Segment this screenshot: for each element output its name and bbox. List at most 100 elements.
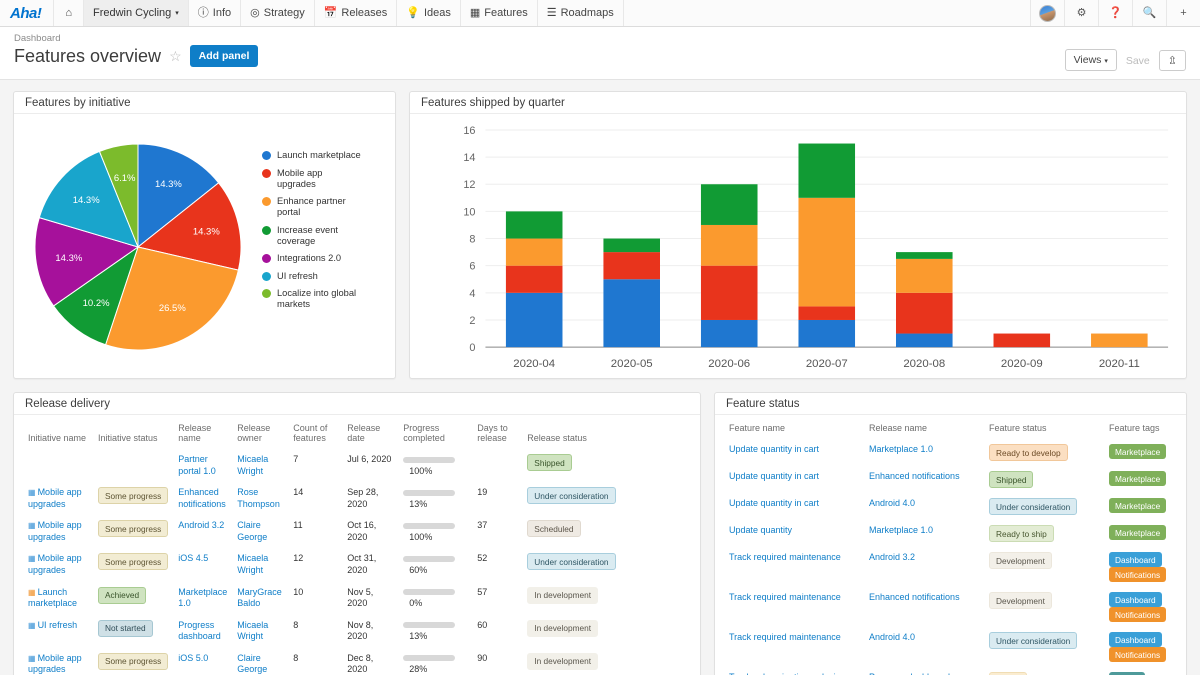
table-row[interactable]: ▦ Mobile app upgrades Some progress Enhance…: [23, 482, 691, 515]
legend-item[interactable]: Localize into global markets: [262, 288, 395, 310]
feature-col-header[interactable]: Release name: [864, 415, 984, 439]
nav-item-info[interactable]: ⓘ Info: [187, 0, 240, 26]
release-name-link[interactable]: Enhanced notifications: [178, 487, 226, 509]
feature-name-link[interactable]: Track required maintenance: [729, 632, 841, 642]
bar-segment[interactable]: [993, 333, 1051, 348]
release-owner-link[interactable]: Micaela Wright: [237, 454, 268, 476]
initiative-name-link[interactable]: Mobile app upgrades: [28, 487, 82, 509]
bar-segment[interactable]: [798, 143, 856, 198]
legend-item[interactable]: Integrations 2.0: [262, 253, 395, 264]
table-row[interactable]: Track required maintenance Android 3.2 Dev…: [724, 547, 1177, 587]
feature-name-link[interactable]: Update quantity in cart: [729, 444, 819, 454]
release-col-header[interactable]: Days to release: [472, 415, 522, 449]
legend-item[interactable]: Launch marketplace: [262, 150, 395, 161]
bar-segment[interactable]: [895, 258, 953, 293]
release-owner-link[interactable]: Claire George: [237, 520, 267, 542]
help-button[interactable]: ❓: [1098, 0, 1132, 26]
release-col-header[interactable]: Initiative status: [93, 415, 173, 449]
bar-segment[interactable]: [798, 197, 856, 307]
table-row[interactable]: ▦ Mobile app upgrades Some progress iOS 5.0…: [23, 648, 691, 675]
table-row[interactable]: Partner portal 1.0 Micaela Wright 7 Jul 6, …: [23, 449, 691, 482]
release-name-link[interactable]: Partner portal 1.0: [178, 454, 216, 476]
bar-segment[interactable]: [505, 238, 563, 266]
nav-item-roadmaps[interactable]: ☰ Roadmaps: [536, 0, 623, 26]
search-button[interactable]: 🔍: [1132, 0, 1166, 26]
release-name-link[interactable]: Marketplace 1.0: [178, 587, 227, 609]
release-col-header[interactable]: Count of features: [288, 415, 342, 449]
table-row[interactable]: Track required maintenance Android 4.0 Und…: [724, 627, 1177, 667]
table-row[interactable]: Update quantity in cart Android 4.0 Under …: [724, 493, 1177, 520]
table-row[interactable]: ▦ UI refresh Not started Progress dashboard…: [23, 615, 691, 648]
release-owner-link[interactable]: Rose Thompson: [237, 487, 280, 509]
breadcrumb[interactable]: Dashboard: [14, 33, 258, 44]
bar-segment[interactable]: [895, 292, 953, 334]
feature-name-link[interactable]: Update quantity in cart: [729, 471, 819, 481]
release-name-link[interactable]: Android 3.2: [178, 520, 224, 530]
release-owner-link[interactable]: MaryGrace Baldo: [237, 587, 282, 609]
release-name-link[interactable]: Enhanced notifications: [869, 471, 960, 481]
bar-segment[interactable]: [603, 238, 660, 253]
bar-segment[interactable]: [895, 333, 953, 348]
legend-item[interactable]: UI refresh: [262, 271, 395, 282]
release-name-link[interactable]: Android 3.2: [869, 552, 915, 562]
table-row[interactable]: Track required maintenance Enhanced notif…: [724, 587, 1177, 627]
feature-name-link[interactable]: Track required maintenance: [729, 592, 841, 602]
release-col-header[interactable]: Release name: [173, 415, 232, 449]
bar-segment[interactable]: [1091, 333, 1148, 348]
initiative-name-link[interactable]: Mobile app upgrades: [28, 520, 82, 542]
bar-segment[interactable]: [505, 292, 563, 348]
add-button[interactable]: +: [1166, 0, 1200, 26]
release-owner-link[interactable]: Micaela Wright: [237, 553, 268, 575]
bar-segment[interactable]: [700, 319, 758, 348]
star-icon[interactable]: ☆: [169, 48, 182, 65]
bar-segment[interactable]: [603, 279, 660, 348]
table-row[interactable]: Update quantity Marketplace 1.0 Ready to s…: [724, 520, 1177, 547]
release-col-header[interactable]: Release owner: [232, 415, 288, 449]
bar-segment[interactable]: [603, 252, 660, 280]
release-name-link[interactable]: Marketplace 1.0: [869, 444, 933, 454]
feature-col-header[interactable]: Feature tags: [1104, 415, 1177, 439]
initiative-name-link[interactable]: Mobile app upgrades: [28, 553, 82, 575]
nav-item-strategy[interactable]: ◎ Strategy: [240, 0, 314, 26]
release-col-header[interactable]: Initiative name: [23, 415, 93, 449]
table-row[interactable]: Update quantity in cart Marketplace 1.0 Re…: [724, 439, 1177, 466]
release-owner-link[interactable]: Micaela Wright: [237, 620, 268, 642]
feature-name-link[interactable]: Track required maintenance: [729, 552, 841, 562]
bar-segment[interactable]: [700, 184, 758, 225]
save-button[interactable]: Save: [1124, 51, 1152, 71]
table-row[interactable]: Top-level navigation redesignProgress da…: [724, 667, 1177, 675]
initiative-name-link[interactable]: UI refresh: [38, 620, 78, 630]
release-col-header[interactable]: Release date: [342, 415, 398, 449]
legend-item[interactable]: Enhance partner portal: [262, 196, 395, 218]
bar-segment[interactable]: [505, 265, 563, 293]
release-name-link[interactable]: iOS 4.5: [178, 553, 208, 563]
share-button[interactable]: ⇫: [1158, 50, 1186, 71]
nav-project-selector[interactable]: Fredwin Cycling ▾: [83, 0, 188, 26]
release-name-link[interactable]: Progress dashboard: [178, 620, 221, 642]
views-dropdown[interactable]: Views ▾: [1064, 49, 1117, 71]
legend-item[interactable]: Increase event coverage: [262, 225, 395, 247]
bar-segment[interactable]: [798, 306, 856, 320]
feature-name-link[interactable]: Update quantity in cart: [729, 498, 819, 508]
user-avatar[interactable]: [1030, 0, 1064, 26]
release-col-header[interactable]: Release status: [522, 415, 691, 449]
settings-button[interactable]: ⚙: [1064, 0, 1098, 26]
release-col-header[interactable]: Progress completed: [398, 415, 472, 449]
nav-home[interactable]: ⌂: [53, 0, 83, 26]
feature-col-header[interactable]: Feature status: [984, 415, 1104, 439]
table-row[interactable]: ▦ Mobile app upgrades Some progress iOS 4.5…: [23, 548, 691, 581]
release-name-link[interactable]: Android 4.0: [869, 498, 915, 508]
feature-name-link[interactable]: Update quantity: [729, 525, 792, 535]
bar-segment[interactable]: [895, 252, 953, 259]
bar-segment[interactable]: [700, 224, 758, 266]
legend-item[interactable]: Mobile app upgrades: [262, 168, 395, 190]
release-name-link[interactable]: Android 4.0: [869, 632, 915, 642]
feature-col-header[interactable]: Feature name: [724, 415, 864, 439]
table-row[interactable]: Update quantity in cart Enhanced notifica…: [724, 466, 1177, 493]
table-row[interactable]: ▦ Mobile app upgrades Some progress Android…: [23, 515, 691, 548]
bar-segment[interactable]: [798, 319, 856, 348]
release-name-link[interactable]: iOS 5.0: [178, 653, 208, 663]
add-panel-button[interactable]: Add panel: [189, 45, 259, 67]
release-name-link[interactable]: Enhanced notifications: [869, 592, 960, 602]
nav-item-features[interactable]: ▦ Features: [459, 0, 537, 26]
